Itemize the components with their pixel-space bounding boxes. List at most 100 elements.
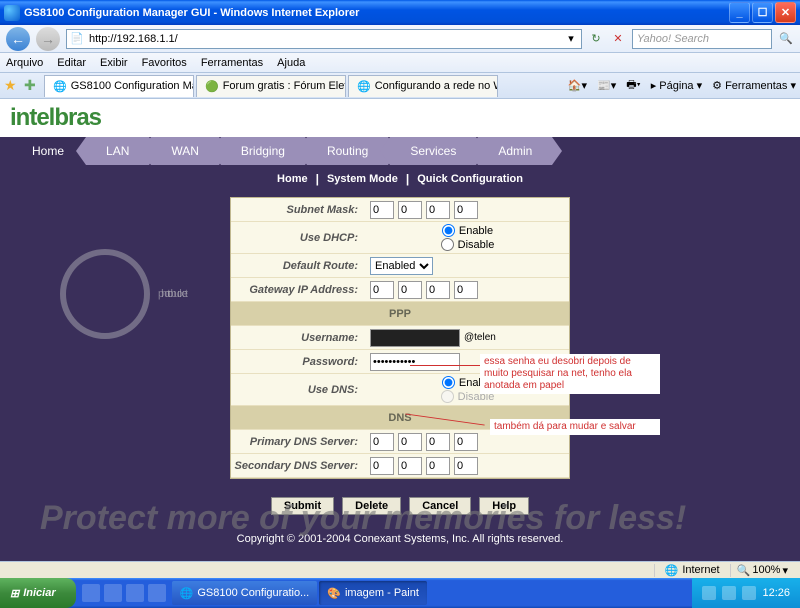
menubar: Arquivo Editar Exibir Favoritos Ferramen…	[0, 53, 800, 73]
ql-icon[interactable]	[104, 584, 122, 602]
crumb-quick-config[interactable]: Quick Configuration	[417, 173, 523, 185]
favorites-star-icon[interactable]: ★	[4, 77, 22, 95]
gateway-label: Gateway IP Address:	[231, 284, 366, 296]
print-icon[interactable]: 🖶▾	[626, 76, 640, 95]
refresh-button[interactable]: ↻	[588, 31, 604, 47]
pdns-3[interactable]	[426, 433, 450, 451]
tab-forum[interactable]: 🟢 Forum gratis : Fórum Eletrôni...	[196, 75, 346, 97]
annotation-line-1	[410, 365, 480, 366]
clock[interactable]: 12:26	[762, 587, 790, 599]
use-dhcp-label: Use DHCP:	[231, 232, 366, 244]
default-route-select[interactable]: Enabled	[370, 257, 433, 275]
sdns-3[interactable]	[426, 457, 450, 475]
ql-icon[interactable]	[148, 584, 166, 602]
ql-icon[interactable]	[126, 584, 144, 602]
crumb-system-mode[interactable]: System Mode	[327, 173, 398, 185]
menu-favoritos[interactable]: Favoritos	[142, 57, 187, 69]
home-icon[interactable]: 🏠▾	[568, 79, 587, 92]
navtab-services[interactable]: Services	[390, 137, 476, 165]
pdns-2[interactable]	[398, 433, 422, 451]
subnet-mask-3[interactable]	[426, 201, 450, 219]
address-bar[interactable]: 📄 ▾	[66, 29, 582, 49]
navtab-lan[interactable]: LAN	[86, 137, 149, 165]
brand-logo: intelbras	[10, 104, 101, 132]
url-input[interactable]	[85, 33, 563, 45]
gateway-3[interactable]	[426, 281, 450, 299]
tab-icon: 🌐	[53, 78, 67, 94]
tray-icon[interactable]	[702, 586, 716, 600]
password-input[interactable]	[370, 353, 460, 371]
minimize-button[interactable]: _	[729, 2, 750, 23]
dhcp-disable[interactable]: Disable	[441, 238, 495, 251]
taskbar: ⊞ Iniciar 🌐 GS8100 Configuratio... 🎨 ima…	[0, 578, 800, 608]
sdns-2[interactable]	[398, 457, 422, 475]
feeds-icon[interactable]: 📰▾	[597, 79, 616, 92]
tray-icon[interactable]	[742, 586, 756, 600]
search-icon[interactable]: 🔍	[778, 31, 794, 47]
dhcp-enable[interactable]: Enable	[442, 224, 493, 237]
tab-label: Forum gratis : Fórum Eletrôni...	[223, 80, 346, 92]
menu-ajuda[interactable]: Ajuda	[277, 57, 305, 69]
subnet-mask-1[interactable]	[370, 201, 394, 219]
nav-toolbar: ← → 📄 ▾ ↻ ✕ Yahoo! Search 🔍	[0, 25, 800, 53]
task-paint[interactable]: 🎨 imagem - Paint	[319, 581, 427, 605]
username-input[interactable]	[370, 329, 460, 347]
username-label: Username:	[231, 332, 366, 344]
copyright: Copyright © 2001-2004 Conexant Systems, …	[0, 519, 800, 559]
tab-label: Configurando a rede no Win...	[375, 80, 498, 92]
navtab-bridging[interactable]: Bridging	[221, 137, 305, 165]
zone-indicator: 🌐 Internet	[654, 564, 730, 577]
button-row: Submit Delete Cancel Help	[0, 489, 800, 519]
navtab-routing[interactable]: Routing	[307, 137, 388, 165]
pagina-menu[interactable]: ▸ Página ▾	[651, 79, 702, 92]
config-form: Subnet Mask: Use DHCP: Enable Disable De…	[230, 197, 570, 479]
menu-editar[interactable]: Editar	[57, 57, 86, 69]
add-favorite-icon[interactable]: ✚	[24, 77, 42, 95]
start-button[interactable]: ⊞ Iniciar	[0, 578, 76, 608]
gateway-2[interactable]	[398, 281, 422, 299]
navtab-home[interactable]: Home	[12, 137, 84, 165]
maximize-button[interactable]: ☐	[752, 2, 773, 23]
subnet-mask-2[interactable]	[398, 201, 422, 219]
subnet-mask-4[interactable]	[454, 201, 478, 219]
password-label: Password:	[231, 356, 366, 368]
forward-button[interactable]: →	[36, 27, 60, 51]
ferramentas-menu[interactable]: ⚙ Ferramentas ▾	[712, 79, 796, 92]
crumb-home[interactable]: Home	[277, 173, 308, 185]
pdns-4[interactable]	[454, 433, 478, 451]
help-button[interactable]: Help	[479, 497, 529, 515]
sdns-4[interactable]	[454, 457, 478, 475]
menu-arquivo[interactable]: Arquivo	[6, 57, 43, 69]
tray-icon[interactable]	[722, 586, 736, 600]
gateway-4[interactable]	[454, 281, 478, 299]
stop-button[interactable]: ✕	[610, 31, 626, 47]
brand-bar: intelbras	[0, 99, 800, 137]
gateway-1[interactable]	[370, 281, 394, 299]
primary-dns-label: Primary DNS Server:	[231, 436, 366, 448]
navtab-wan[interactable]: WAN	[151, 137, 219, 165]
subnet-mask-label: Subnet Mask:	[231, 204, 366, 216]
menu-ferramentas[interactable]: Ferramentas	[201, 57, 263, 69]
tab-configurando[interactable]: 🌐 Configurando a rede no Win...	[348, 75, 498, 97]
navtab-admin[interactable]: Admin	[478, 137, 552, 165]
cancel-button[interactable]: Cancel	[409, 497, 471, 515]
search-box[interactable]: Yahoo! Search	[632, 29, 772, 49]
tab-gs8100[interactable]: 🌐 GS8100 Configuration Ma...	[44, 75, 194, 97]
pdns-1[interactable]	[370, 433, 394, 451]
page-icon: 📄	[69, 31, 85, 47]
sdns-1[interactable]	[370, 457, 394, 475]
zoom-icon: 🔍	[737, 564, 751, 577]
quick-launch	[76, 584, 172, 602]
dropdown-icon[interactable]: ▾	[563, 31, 579, 47]
ql-icon[interactable]	[82, 584, 100, 602]
task-ie[interactable]: 🌐 GS8100 Configuratio...	[172, 581, 318, 605]
default-route-label: Default Route:	[231, 260, 366, 272]
window-titlebar: GS8100 Configuration Manager GUI - Windo…	[0, 0, 800, 25]
zoom-control[interactable]: 🔍 100% ▾	[730, 564, 794, 577]
close-button[interactable]: ✕	[775, 2, 796, 23]
submit-button[interactable]: Submit	[271, 497, 334, 515]
tab-icon: 🟢	[205, 78, 219, 94]
back-button[interactable]: ←	[6, 27, 30, 51]
delete-button[interactable]: Delete	[342, 497, 401, 515]
menu-exibir[interactable]: Exibir	[100, 57, 128, 69]
